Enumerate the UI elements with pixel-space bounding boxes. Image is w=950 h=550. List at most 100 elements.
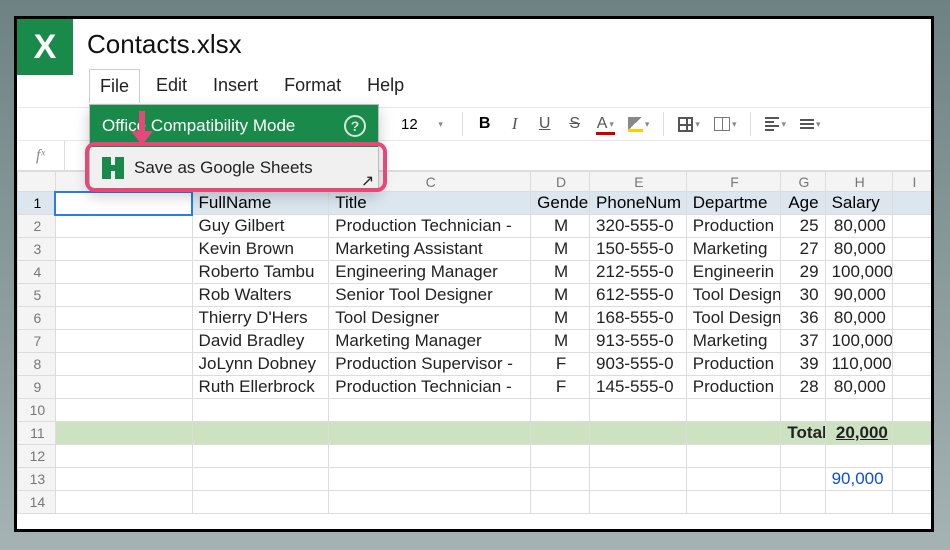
cell[interactable]	[781, 399, 825, 422]
cell-phone[interactable]: 212-555-0	[590, 261, 687, 284]
cell[interactable]	[192, 445, 329, 468]
header-age[interactable]: Age	[781, 192, 825, 215]
cell[interactable]	[892, 491, 934, 514]
cell-title[interactable]: Production Supervisor -	[329, 353, 531, 376]
cell[interactable]	[531, 445, 590, 468]
cell-dept[interactable]: Tool Design	[686, 284, 781, 307]
cell[interactable]	[892, 192, 934, 215]
header-salary[interactable]: Salary	[825, 192, 892, 215]
cell-salary[interactable]: 80,000	[825, 215, 892, 238]
cell[interactable]	[55, 215, 192, 238]
table-row[interactable]: 6Thierry D'HersTool DesignerM168-555-0To…	[18, 307, 935, 330]
cell[interactable]	[192, 491, 329, 514]
cell-salary[interactable]: 80,000	[825, 238, 892, 261]
cell[interactable]	[590, 422, 687, 445]
cell[interactable]	[55, 261, 192, 284]
cell[interactable]	[686, 491, 781, 514]
cell[interactable]	[55, 491, 192, 514]
total-value[interactable]: 20,000	[825, 422, 892, 445]
cell[interactable]	[825, 445, 892, 468]
help-icon[interactable]: ?	[344, 115, 366, 137]
cell-phone[interactable]: 612-555-0	[590, 284, 687, 307]
merge-button[interactable]	[710, 111, 741, 137]
cell[interactable]	[781, 468, 825, 491]
cell-gender[interactable]: F	[531, 353, 590, 376]
row-head[interactable]: 6	[18, 307, 56, 330]
table-row[interactable]: 7David BradleyMarketing ManagerM913-555-…	[18, 330, 935, 353]
col-D[interactable]: D	[531, 172, 590, 192]
cell-dept[interactable]: Engineerin	[686, 261, 781, 284]
table-row[interactable]: 12	[18, 445, 935, 468]
strikethrough-button[interactable]: S	[563, 111, 587, 137]
cell-fullname[interactable]: Ruth Ellerbrock	[192, 376, 329, 399]
cell[interactable]	[531, 422, 590, 445]
cell-salary[interactable]: 110,000	[825, 353, 892, 376]
cell-blue-value[interactable]: 90,000	[825, 468, 892, 491]
cell-title[interactable]: Production Technician -	[329, 215, 531, 238]
row-head[interactable]: 3	[18, 238, 56, 261]
cell[interactable]	[686, 445, 781, 468]
menu-format[interactable]: Format	[274, 69, 351, 103]
cell[interactable]	[329, 491, 531, 514]
cell[interactable]	[892, 261, 934, 284]
bold-button[interactable]: B	[473, 111, 497, 137]
h-align-button[interactable]	[761, 111, 790, 137]
cell[interactable]	[825, 399, 892, 422]
cell-phone[interactable]: 168-555-0	[590, 307, 687, 330]
cell[interactable]	[55, 445, 192, 468]
menu-file[interactable]: File	[89, 69, 140, 103]
cell-phone[interactable]: 145-555-0	[590, 376, 687, 399]
cell-title[interactable]: Engineering Manager	[329, 261, 531, 284]
menu-help[interactable]: Help	[357, 69, 414, 103]
cell[interactable]	[781, 445, 825, 468]
cell-age[interactable]: 30	[781, 284, 825, 307]
cell-fullname[interactable]: JoLynn Dobney	[192, 353, 329, 376]
cell[interactable]	[892, 422, 934, 445]
cell[interactable]	[892, 399, 934, 422]
cell-age[interactable]: 39	[781, 353, 825, 376]
cell[interactable]	[55, 399, 192, 422]
cell[interactable]	[192, 399, 329, 422]
cell-title[interactable]: Senior Tool Designer	[329, 284, 531, 307]
row-head[interactable]: 12	[18, 445, 56, 468]
cell-gender[interactable]: M	[531, 261, 590, 284]
cell[interactable]	[781, 491, 825, 514]
cell[interactable]	[892, 330, 934, 353]
cell-gender[interactable]: M	[531, 307, 590, 330]
cell[interactable]	[55, 353, 192, 376]
table-row[interactable]: 13 90,000	[18, 468, 935, 491]
cell-age[interactable]: 28	[781, 376, 825, 399]
table-row[interactable]: 2Guy GilbertProduction Technician -M320-…	[18, 215, 935, 238]
cell-title[interactable]: Tool Designer	[329, 307, 531, 330]
cell[interactable]	[192, 422, 329, 445]
cell-title[interactable]: Marketing Manager	[329, 330, 531, 353]
cell[interactable]	[590, 399, 687, 422]
cell[interactable]	[329, 468, 531, 491]
cell[interactable]	[686, 399, 781, 422]
cell[interactable]	[329, 422, 531, 445]
cell-gender[interactable]: M	[531, 238, 590, 261]
cell[interactable]	[892, 238, 934, 261]
cell-age[interactable]: 27	[781, 238, 825, 261]
cell-gender[interactable]: M	[531, 215, 590, 238]
table-row[interactable]: 8JoLynn DobneyProduction Supervisor -F90…	[18, 353, 935, 376]
cell[interactable]	[825, 491, 892, 514]
total-label[interactable]: Total	[781, 422, 825, 445]
cell-dept[interactable]: Production	[686, 376, 781, 399]
cell[interactable]	[590, 445, 687, 468]
cell-salary[interactable]: 80,000	[825, 376, 892, 399]
cell-dept[interactable]: Marketing	[686, 238, 781, 261]
row-head[interactable]: 1	[18, 192, 56, 215]
row-head[interactable]: 13	[18, 468, 56, 491]
cell-fullname[interactable]: Guy Gilbert	[192, 215, 329, 238]
row-head[interactable]: 9	[18, 376, 56, 399]
cell[interactable]	[329, 445, 531, 468]
col-H[interactable]: H	[825, 172, 892, 192]
cell[interactable]	[686, 468, 781, 491]
row-head[interactable]: 10	[18, 399, 56, 422]
fill-color-button[interactable]	[624, 111, 654, 137]
cell-fullname[interactable]: Kevin Brown	[192, 238, 329, 261]
cell-dept[interactable]: Marketing	[686, 330, 781, 353]
cell-age[interactable]: 37	[781, 330, 825, 353]
cell[interactable]	[55, 238, 192, 261]
